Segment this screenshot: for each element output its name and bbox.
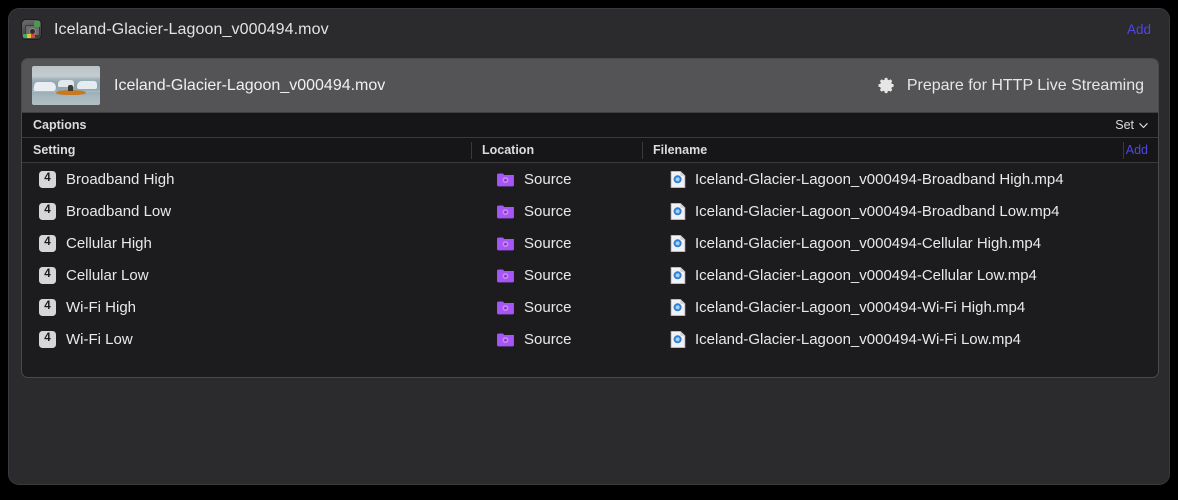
add-output-button[interactable]: Add (1126, 138, 1148, 163)
cell-setting[interactable]: 4 Cellular Low (39, 259, 149, 291)
table-row[interactable]: 4 Wi-Fi High Source (22, 291, 1158, 323)
location-label: Source (524, 267, 572, 284)
setting-label: Wi-Fi Low (66, 331, 133, 348)
setting-label: Cellular High (66, 235, 152, 252)
channel-count-badge: 4 (39, 299, 56, 316)
filename-label: Iceland-Glacier-Lagoon_v000494-Broadband… (695, 171, 1064, 188)
table-row[interactable]: 4 Broadband High Source (22, 163, 1158, 195)
captions-set-dropdown[interactable]: Set (1115, 118, 1148, 132)
setting-label: Wi-Fi High (66, 299, 136, 316)
add-job-button[interactable]: Add (1123, 20, 1155, 39)
chevron-down-icon (1139, 121, 1148, 130)
column-divider[interactable] (1123, 142, 1124, 159)
cell-location[interactable]: Source (496, 163, 572, 195)
batch-empty-area[interactable] (21, 378, 1159, 474)
cell-location[interactable]: Source (496, 259, 572, 291)
setting-label: Broadband High (66, 171, 174, 188)
cell-filename[interactable]: Iceland-Glacier-Lagoon_v000494-Cellular … (670, 259, 1037, 291)
gear-icon (877, 76, 896, 95)
cell-filename[interactable]: Iceland-Glacier-Lagoon_v000494-Wi-Fi Hig… (670, 291, 1025, 323)
table-row[interactable]: 4 Wi-Fi Low Source (22, 323, 1158, 355)
purple-folder-icon (496, 332, 515, 347)
quicktime-document-icon (670, 298, 686, 317)
table-row[interactable]: 4 Cellular Low Source (22, 259, 1158, 291)
panel-titlebar: Iceland-Glacier-Lagoon_v000494.mov Add (9, 9, 1169, 50)
job-action-button[interactable]: Prepare for HTTP Live Streaming (877, 76, 1146, 95)
column-divider[interactable] (471, 142, 472, 159)
column-header-filename[interactable]: Filename (653, 138, 707, 163)
cell-location[interactable]: Source (496, 195, 572, 227)
cell-setting[interactable]: 4 Cellular High (39, 227, 152, 259)
purple-folder-icon (496, 236, 515, 251)
cell-location[interactable]: Source (496, 227, 572, 259)
table-row[interactable]: 4 Cellular High Source (22, 227, 1158, 259)
cell-setting[interactable]: 4 Wi-Fi High (39, 291, 136, 323)
output-rows: 4 Broadband High Source (22, 163, 1158, 355)
job-header[interactable]: Iceland-Glacier-Lagoon_v000494.mov Prepa… (22, 59, 1158, 113)
column-header-setting[interactable]: Setting (33, 138, 75, 163)
channel-count-badge: 4 (39, 267, 56, 284)
filename-label: Iceland-Glacier-Lagoon_v000494-Cellular … (695, 235, 1041, 252)
batch-panel: Iceland-Glacier-Lagoon_v000494.mov Add I… (8, 8, 1170, 485)
job-action-label: Prepare for HTTP Live Streaming (907, 77, 1144, 95)
filename-label: Iceland-Glacier-Lagoon_v000494-Cellular … (695, 267, 1037, 284)
location-label: Source (524, 171, 572, 188)
table-header: Setting Location Filename Add (22, 138, 1158, 163)
quicktime-document-icon (670, 330, 686, 349)
page-title: Iceland-Glacier-Lagoon_v000494.mov (54, 21, 329, 39)
column-divider[interactable] (642, 142, 643, 159)
cell-setting[interactable]: 4 Broadband Low (39, 195, 171, 227)
compressor-app-icon (21, 19, 42, 40)
captions-label: Captions (33, 118, 86, 132)
cell-setting[interactable]: 4 Wi-Fi Low (39, 323, 133, 355)
cell-filename[interactable]: Iceland-Glacier-Lagoon_v000494-Cellular … (670, 227, 1041, 259)
cell-setting[interactable]: 4 Broadband High (39, 163, 174, 195)
channel-count-badge: 4 (39, 171, 56, 188)
cell-filename[interactable]: Iceland-Glacier-Lagoon_v000494-Wi-Fi Low… (670, 323, 1021, 355)
channel-count-badge: 4 (39, 331, 56, 348)
setting-label: Broadband Low (66, 203, 171, 220)
job-title: Iceland-Glacier-Lagoon_v000494.mov (114, 77, 385, 95)
captions-set-label: Set (1115, 118, 1134, 132)
purple-folder-icon (496, 300, 515, 315)
setting-label: Cellular Low (66, 267, 149, 284)
channel-count-badge: 4 (39, 235, 56, 252)
location-label: Source (524, 331, 572, 348)
captions-bar: Captions Set (22, 113, 1158, 138)
quicktime-document-icon (670, 234, 686, 253)
job-box: Iceland-Glacier-Lagoon_v000494.mov Prepa… (21, 58, 1159, 378)
filename-label: Iceland-Glacier-Lagoon_v000494-Broadband… (695, 203, 1059, 220)
quicktime-document-icon (670, 170, 686, 189)
cell-filename[interactable]: Iceland-Glacier-Lagoon_v000494-Broadband… (670, 195, 1059, 227)
cell-location[interactable]: Source (496, 323, 572, 355)
video-thumbnail (32, 66, 100, 105)
location-label: Source (524, 203, 572, 220)
location-label: Source (524, 235, 572, 252)
filename-label: Iceland-Glacier-Lagoon_v000494-Wi-Fi Low… (695, 331, 1021, 348)
filename-label: Iceland-Glacier-Lagoon_v000494-Wi-Fi Hig… (695, 299, 1025, 316)
cell-location[interactable]: Source (496, 291, 572, 323)
purple-folder-icon (496, 172, 515, 187)
purple-folder-icon (496, 204, 515, 219)
table-row[interactable]: 4 Broadband Low Source (22, 195, 1158, 227)
quicktime-document-icon (670, 266, 686, 285)
cell-filename[interactable]: Iceland-Glacier-Lagoon_v000494-Broadband… (670, 163, 1064, 195)
column-header-location[interactable]: Location (482, 138, 534, 163)
purple-folder-icon (496, 268, 515, 283)
quicktime-document-icon (670, 202, 686, 221)
location-label: Source (524, 299, 572, 316)
channel-count-badge: 4 (39, 203, 56, 220)
